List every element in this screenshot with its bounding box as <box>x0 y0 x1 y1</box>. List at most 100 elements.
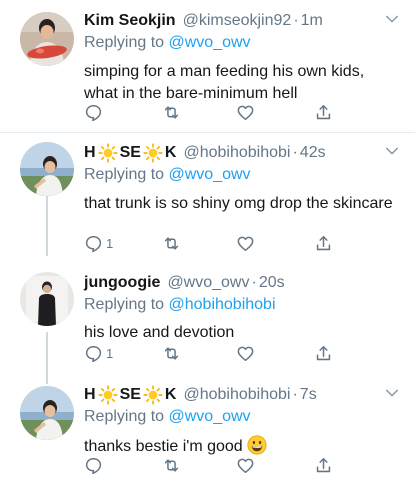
sun-icon <box>143 385 163 405</box>
replying-to: Replying to @wvo_owv <box>84 32 401 54</box>
replying-to: Replying to @hobihobihobi <box>84 294 401 316</box>
mention-link[interactable]: @wvo_owv <box>169 34 251 51</box>
tweet-text: simping for a man feeding his own kids, … <box>84 63 365 102</box>
reply-count: 1 <box>106 346 114 361</box>
heart-icon <box>236 344 255 363</box>
timestamp[interactable]: 20s <box>259 272 285 294</box>
share-button[interactable] <box>314 103 333 122</box>
display-name[interactable]: H SE K <box>84 142 176 164</box>
name-part: H <box>84 144 96 161</box>
reply-thread: Kim Seokjin @kimseokjin92 · 1m Replying … <box>0 0 415 485</box>
mention-link[interactable]: @wvo_owv <box>169 408 251 425</box>
reply-icon <box>84 103 103 122</box>
tweet-1[interactable]: Kim Seokjin @kimseokjin92 · 1m Replying … <box>0 0 415 130</box>
display-name[interactable]: jungoogie <box>84 272 160 294</box>
sun-icon <box>98 143 118 163</box>
separator-dot: · <box>292 386 298 403</box>
share-icon <box>314 456 333 475</box>
name-part: SE <box>119 144 141 161</box>
like-button[interactable] <box>236 234 255 253</box>
replying-to: Replying to @wvo_owv <box>84 164 401 186</box>
like-button[interactable] <box>236 344 255 363</box>
tweet-4[interactable]: H SE K @hobihobihobi · 7s Replying to @wvo… <box>0 374 415 485</box>
share-button[interactable] <box>314 344 333 363</box>
avatar[interactable] <box>20 272 74 326</box>
like-button[interactable] <box>236 456 255 475</box>
tweet-text: that trunk is so shiny omg drop the skin… <box>84 195 393 212</box>
share-icon <box>314 103 333 122</box>
replying-to-label: Replying to <box>84 34 169 51</box>
sun-icon <box>98 385 118 405</box>
share-icon <box>314 234 333 253</box>
tweet-actions <box>84 456 344 478</box>
retweet-icon <box>162 344 181 363</box>
timestamp[interactable]: 1m <box>301 10 323 32</box>
share-button[interactable] <box>314 234 333 253</box>
retweet-button[interactable] <box>162 456 181 475</box>
retweet-button[interactable] <box>162 234 181 253</box>
avatar[interactable] <box>20 386 74 440</box>
tweet-text: thanks bestie i'm good <box>84 435 401 458</box>
separator-dot: · <box>251 274 257 291</box>
name-part: SE <box>119 386 141 403</box>
share-icon <box>314 344 333 363</box>
heart-icon <box>236 456 255 475</box>
timestamp[interactable]: 7s <box>300 384 317 406</box>
reply-icon <box>84 456 103 475</box>
user-handle[interactable]: @kimseokjin92 <box>183 10 292 32</box>
replying-to-label: Replying to <box>84 408 169 425</box>
user-handle[interactable]: @hobihobihobi <box>183 384 290 406</box>
user-handle[interactable]: @wvo_owv <box>167 272 249 294</box>
tweet-content: jungoogie @wvo_owv · 20s Replying to @ho… <box>84 272 401 344</box>
reply-icon <box>84 344 103 363</box>
separator-dot: · <box>293 12 299 29</box>
reply-count: 1 <box>106 236 114 251</box>
tweet-header: jungoogie @wvo_owv · 20s <box>84 272 401 294</box>
share-button[interactable] <box>314 456 333 475</box>
sun-icon <box>143 143 163 163</box>
reply-icon <box>84 234 103 253</box>
tweet-actions: 1 <box>84 344 344 366</box>
chevron-down-icon[interactable] <box>383 142 401 160</box>
replying-to: Replying to @wvo_owv <box>84 406 401 428</box>
mention-link[interactable]: @wvo_owv <box>169 166 251 183</box>
retweet-icon <box>162 234 181 253</box>
retweet-icon <box>162 103 181 122</box>
display-name[interactable]: H SE K <box>84 384 176 406</box>
mention-link[interactable]: @hobihobihobi <box>169 296 276 313</box>
tweet-3[interactable]: jungoogie @wvo_owv · 20s Replying to @ho… <box>0 260 415 374</box>
reply-button[interactable] <box>84 103 106 122</box>
reply-button[interactable] <box>84 456 106 475</box>
chevron-down-icon[interactable] <box>383 384 401 402</box>
tweet-actions <box>84 103 344 125</box>
display-name[interactable]: Kim Seokjin <box>84 10 176 32</box>
retweet-button[interactable] <box>162 103 181 122</box>
user-handle[interactable]: @hobihobihobi <box>183 142 290 164</box>
tweet-header: Kim Seokjin @kimseokjin92 · 1m <box>84 10 401 32</box>
grinning-face-emoji <box>247 435 267 455</box>
heart-icon <box>236 234 255 253</box>
tweet-text-body: thanks bestie i'm good <box>84 438 243 455</box>
name-part: K <box>164 144 177 161</box>
tweet-text: his love and devotion <box>84 324 235 341</box>
tweet-2[interactable]: H SE K @hobihobihobi · 42s Replying to @wv… <box>0 132 415 256</box>
name-part: H <box>84 386 96 403</box>
retweet-button[interactable] <box>162 344 181 363</box>
replying-to-label: Replying to <box>84 296 169 313</box>
avatar[interactable] <box>20 12 74 66</box>
timestamp[interactable]: 42s <box>300 142 326 164</box>
tweet-header: H SE K @hobihobihobi · 42s <box>84 142 401 164</box>
tweet-content: H SE K @hobihobihobi · 7s Replying to @wvo… <box>84 384 401 458</box>
heart-icon <box>236 103 255 122</box>
reply-button[interactable]: 1 <box>84 344 113 363</box>
tweet-content: H SE K @hobihobihobi · 42s Replying to @wv… <box>84 142 401 215</box>
tweet-actions: 1 <box>84 234 344 256</box>
avatar[interactable] <box>20 142 74 196</box>
tweet-header: H SE K @hobihobihobi · 7s <box>84 384 401 406</box>
reply-button[interactable]: 1 <box>84 234 113 253</box>
chevron-down-icon[interactable] <box>383 10 401 28</box>
retweet-icon <box>162 456 181 475</box>
tweet-content: Kim Seokjin @kimseokjin92 · 1m Replying … <box>84 10 401 105</box>
name-part: K <box>164 386 177 403</box>
like-button[interactable] <box>236 103 255 122</box>
